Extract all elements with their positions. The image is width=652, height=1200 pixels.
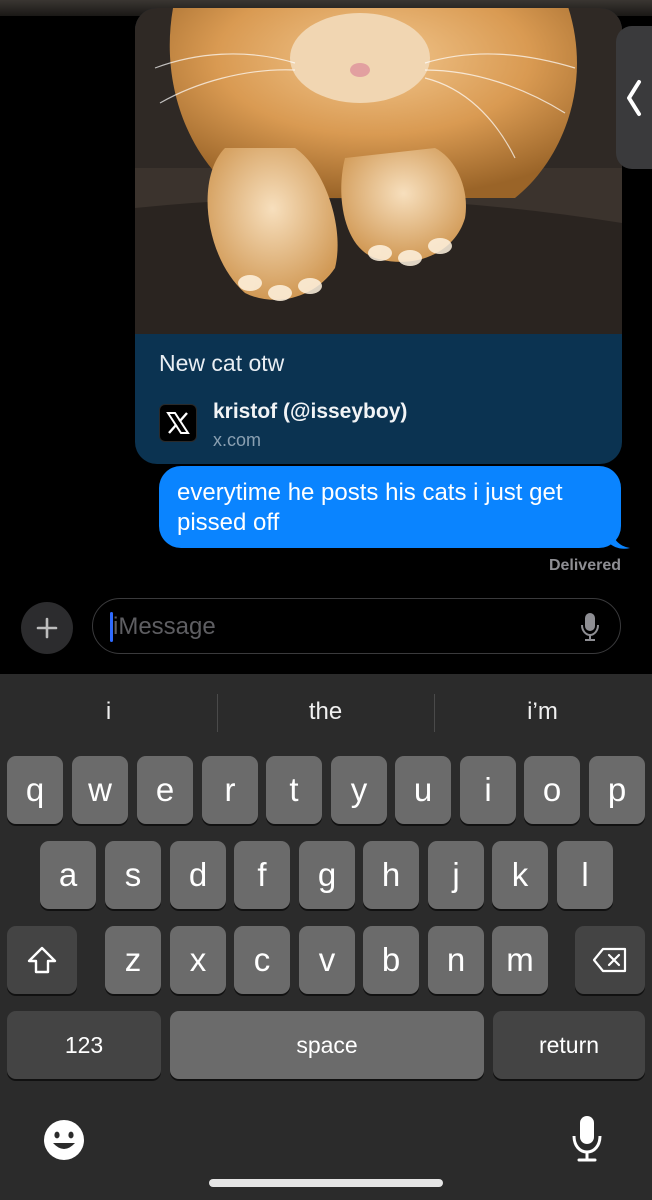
key-u[interactable]: u — [395, 756, 451, 824]
key-l[interactable]: l — [557, 841, 613, 909]
shift-key[interactable] — [7, 926, 77, 994]
key-h[interactable]: h — [363, 841, 419, 909]
keyboard: i the i’m q w e r t y u i o p a s d f g … — [0, 674, 652, 1200]
link-preview-card[interactable]: New cat otw kristof (@isseyboy) x.com — [135, 8, 622, 464]
link-source-domain: x.com — [213, 430, 262, 450]
add-attachment-button[interactable] — [21, 602, 73, 654]
cat-photo — [135, 8, 622, 334]
suggestion-bar: i the i’m — [0, 674, 652, 754]
link-caption: New cat otw — [159, 350, 285, 376]
key-k[interactable]: k — [492, 841, 548, 909]
bubble-tail — [608, 528, 630, 549]
plus-icon — [36, 617, 58, 639]
numbers-key[interactable]: 123 — [7, 1011, 161, 1079]
key-c[interactable]: c — [234, 926, 290, 994]
suggestion-1[interactable]: i — [0, 698, 217, 726]
key-w[interactable]: w — [72, 756, 128, 824]
key-p[interactable]: p — [589, 756, 645, 824]
side-panel-handle[interactable] — [616, 26, 652, 169]
key-f[interactable]: f — [234, 841, 290, 909]
dictation-icon[interactable] — [570, 1114, 604, 1164]
delivery-status: Delivered — [548, 557, 621, 574]
chevron-left-icon — [627, 79, 641, 116]
key-m[interactable]: m — [492, 926, 548, 994]
key-e[interactable]: e — [137, 756, 193, 824]
return-key[interactable]: return — [493, 1011, 645, 1079]
key-o[interactable]: o — [524, 756, 580, 824]
link-source: kristof (@isseyboy) x.com — [159, 400, 407, 451]
key-v[interactable]: v — [299, 926, 355, 994]
x-logo-icon — [159, 404, 197, 442]
key-x[interactable]: x — [170, 926, 226, 994]
key-q[interactable]: q — [7, 756, 63, 824]
key-y[interactable]: y — [331, 756, 387, 824]
message-input-placeholder: iMessage — [113, 613, 216, 640]
key-r[interactable]: r — [202, 756, 258, 824]
key-j[interactable]: j — [428, 841, 484, 909]
home-indicator[interactable] — [209, 1179, 443, 1187]
suggestion-3[interactable]: i’m — [434, 698, 651, 726]
key-g[interactable]: g — [299, 841, 355, 909]
microphone-icon[interactable] — [580, 612, 600, 642]
backspace-key[interactable] — [575, 926, 645, 994]
emoji-icon[interactable] — [42, 1118, 86, 1162]
space-key[interactable]: space — [170, 1011, 484, 1079]
shift-icon — [27, 946, 57, 974]
key-a[interactable]: a — [40, 841, 96, 909]
backspace-icon — [592, 947, 627, 973]
message-input[interactable]: iMessage — [92, 598, 621, 654]
key-n[interactable]: n — [428, 926, 484, 994]
key-b[interactable]: b — [363, 926, 419, 994]
sent-message-bubble[interactable]: everytime he posts his cats i just get p… — [159, 466, 621, 548]
key-i[interactable]: i — [460, 756, 516, 824]
key-z[interactable]: z — [105, 926, 161, 994]
link-source-name: kristof (@isseyboy) — [213, 400, 408, 423]
suggestion-2[interactable]: the — [217, 698, 434, 726]
key-s[interactable]: s — [105, 841, 161, 909]
key-t[interactable]: t — [266, 756, 322, 824]
key-d[interactable]: d — [170, 841, 226, 909]
